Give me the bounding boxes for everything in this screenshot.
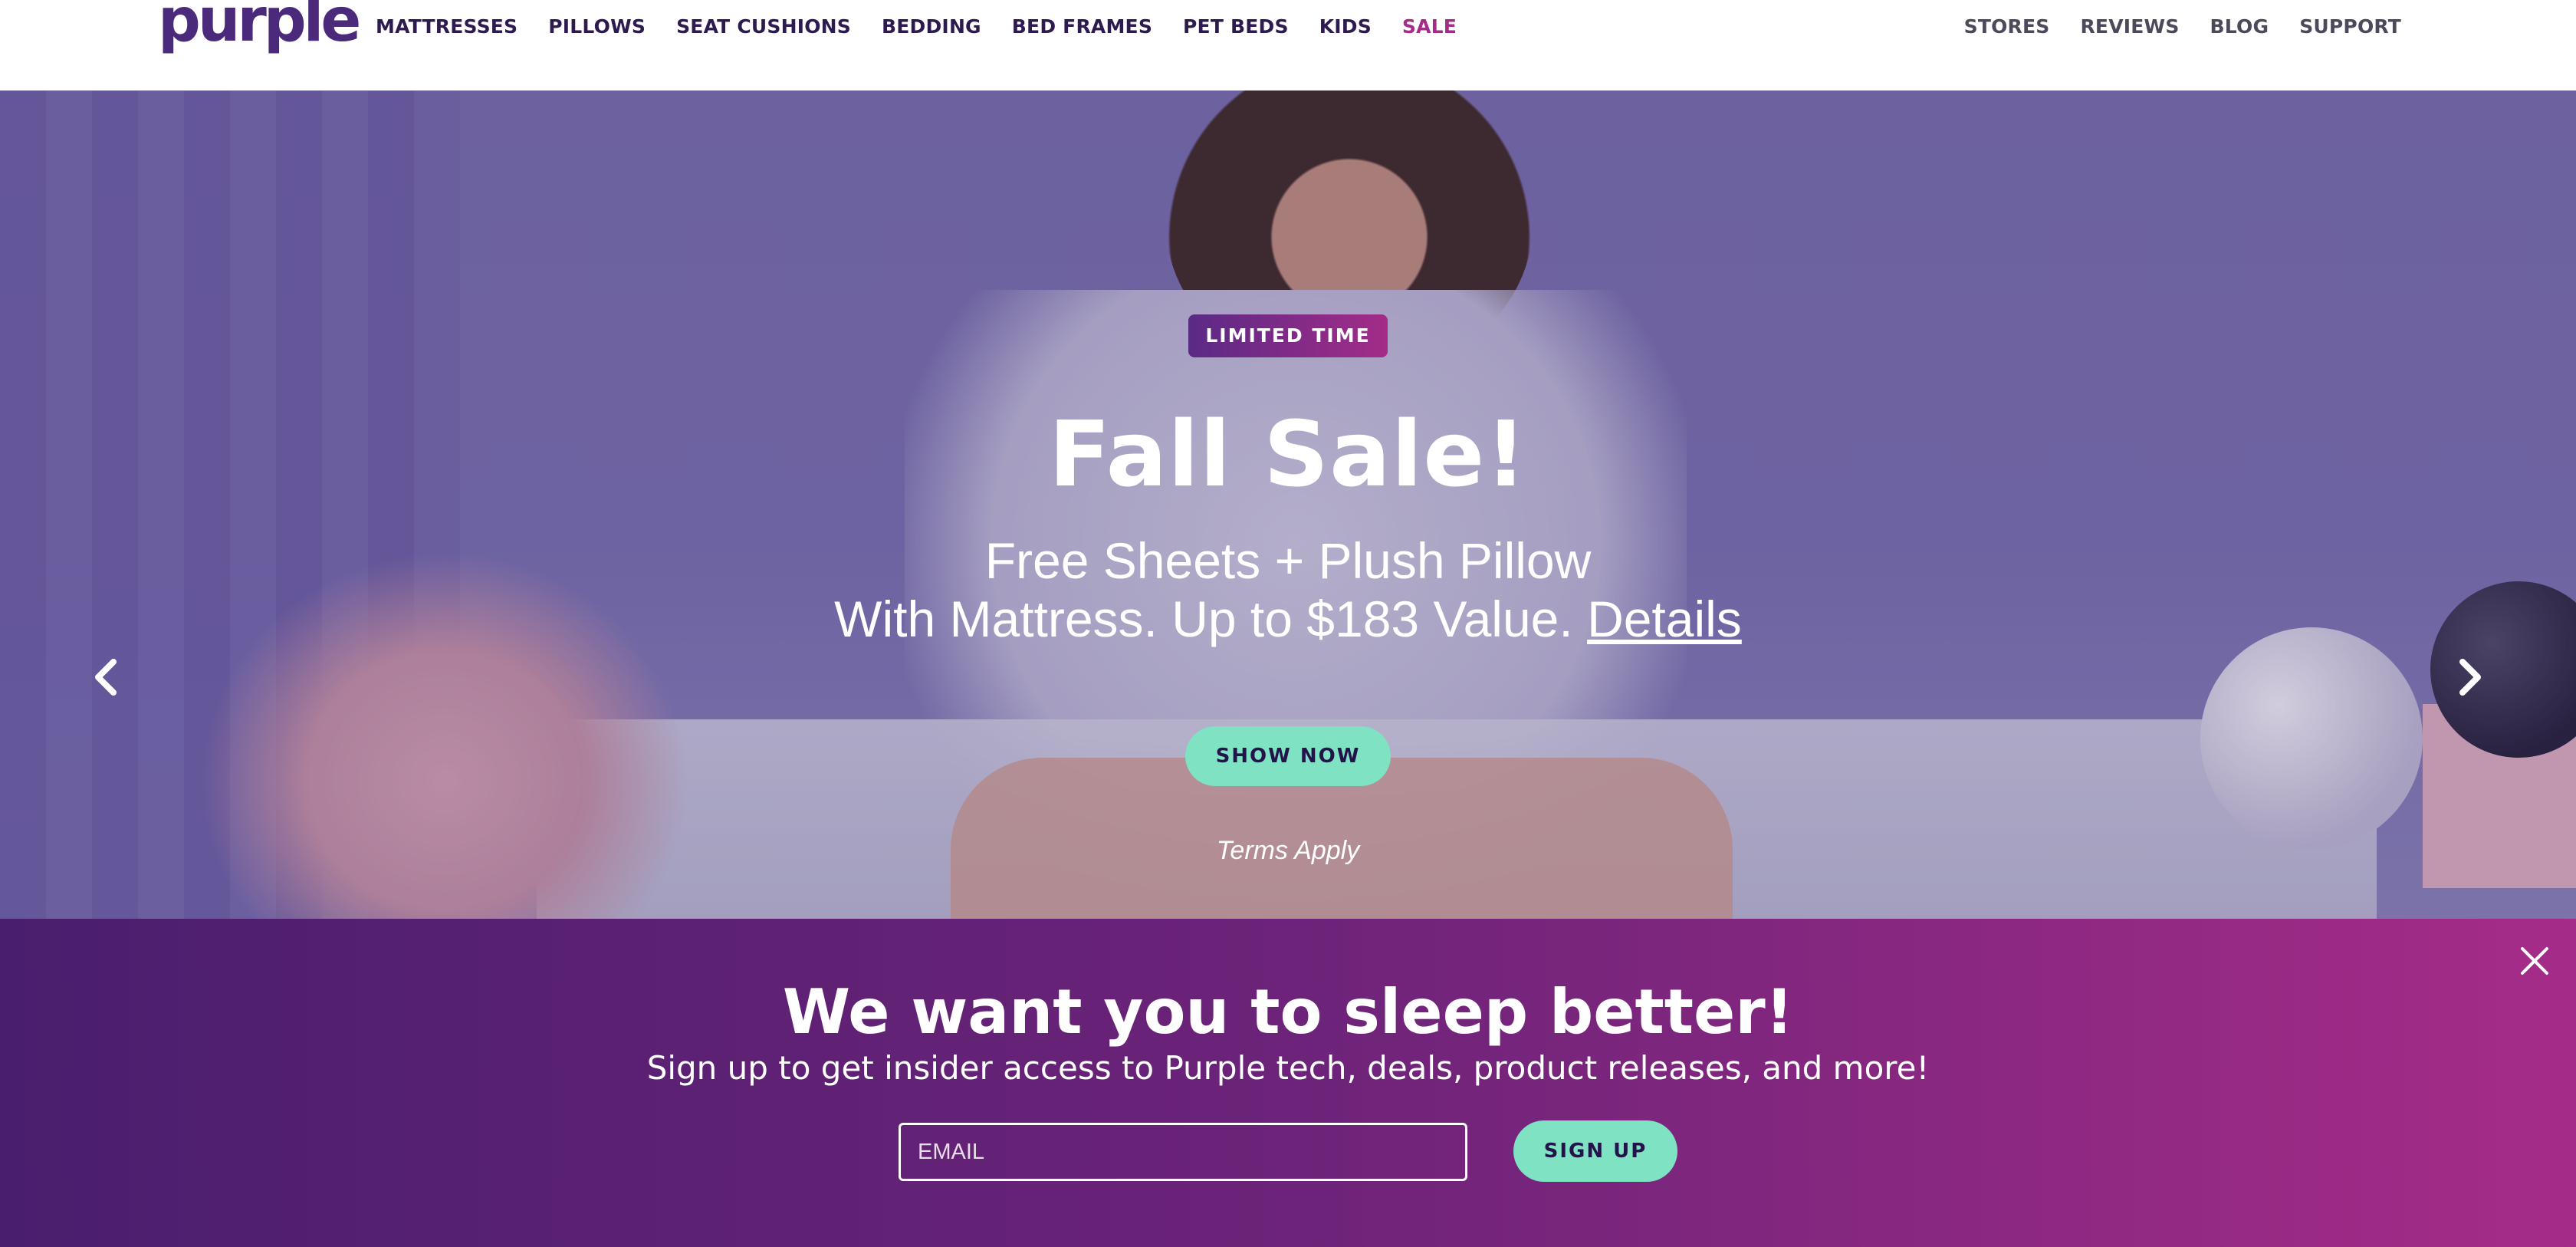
nav-item-support[interactable]: SUPPORT (2299, 15, 2401, 38)
hero-banner: LIMITED TIME Fall Sale! Free Sheets + Pl… (0, 90, 2576, 919)
carousel-next-button[interactable] (2446, 654, 2492, 700)
nav-item-bedding[interactable]: BEDDING (882, 15, 981, 38)
nav-item-mattresses[interactable]: MATTRESSES (376, 15, 518, 38)
secondary-nav: STORES REVIEWS BLOG SUPPORT (1964, 15, 2401, 38)
show-now-button[interactable]: SHOW NOW (1185, 726, 1391, 786)
nav-item-blog[interactable]: BLOG (2210, 15, 2269, 38)
nav-item-bed-frames[interactable]: BED FRAMES (1012, 15, 1152, 38)
hero-title: Fall Sale! (1048, 401, 1528, 507)
nav-item-sale[interactable]: SALE (1402, 15, 1457, 38)
signup-subtitle: Sign up to get insider access to Purple … (646, 1049, 1930, 1087)
terms-apply-text: Terms Apply (1216, 836, 1360, 865)
hero-content: LIMITED TIME Fall Sale! Free Sheets + Pl… (0, 90, 2576, 919)
nav-item-pet-beds[interactable]: PET BEDS (1183, 15, 1289, 38)
purple-logo[interactable]: purple (158, 0, 361, 51)
hero-subtitle-line1: Free Sheets + Plush Pillow (984, 532, 1592, 589)
nav-item-pillows[interactable]: PILLOWS (548, 15, 646, 38)
chevron-right-icon (2459, 659, 2481, 696)
nav-item-stores[interactable]: STORES (1964, 15, 2050, 38)
carousel-prev-button[interactable] (84, 654, 130, 700)
close-icon (2521, 947, 2548, 975)
nav-item-reviews[interactable]: REVIEWS (2080, 15, 2179, 38)
nav-item-kids[interactable]: KIDS (1319, 15, 1372, 38)
site-header: purple MATTRESSES PILLOWS SEAT CUSHIONS … (0, 0, 2576, 90)
primary-nav: MATTRESSES PILLOWS SEAT CUSHIONS BEDDING… (376, 15, 1457, 38)
hero-subtitle: Free Sheets + Plush Pillow With Mattress… (0, 531, 2576, 648)
signup-title: We want you to sleep better! (782, 976, 1794, 1048)
close-banner-button[interactable] (2519, 946, 2550, 976)
sign-up-button[interactable]: SIGN UP (1513, 1120, 1677, 1182)
nav-item-seat-cushions[interactable]: SEAT CUSHIONS (676, 15, 851, 38)
limited-time-badge: LIMITED TIME (1188, 314, 1388, 357)
hero-subtitle-line2: With Mattress. Up to $183 Value. (834, 591, 1573, 647)
chevron-left-icon (95, 659, 117, 696)
newsletter-signup-banner: We want you to sleep better! Sign up to … (0, 919, 2576, 1247)
email-field[interactable] (899, 1123, 1467, 1181)
hero-subtitle-line2-wrap: With Mattress. Up to $183 Value. Details (0, 590, 2576, 648)
details-link[interactable]: Details (1587, 591, 1742, 647)
